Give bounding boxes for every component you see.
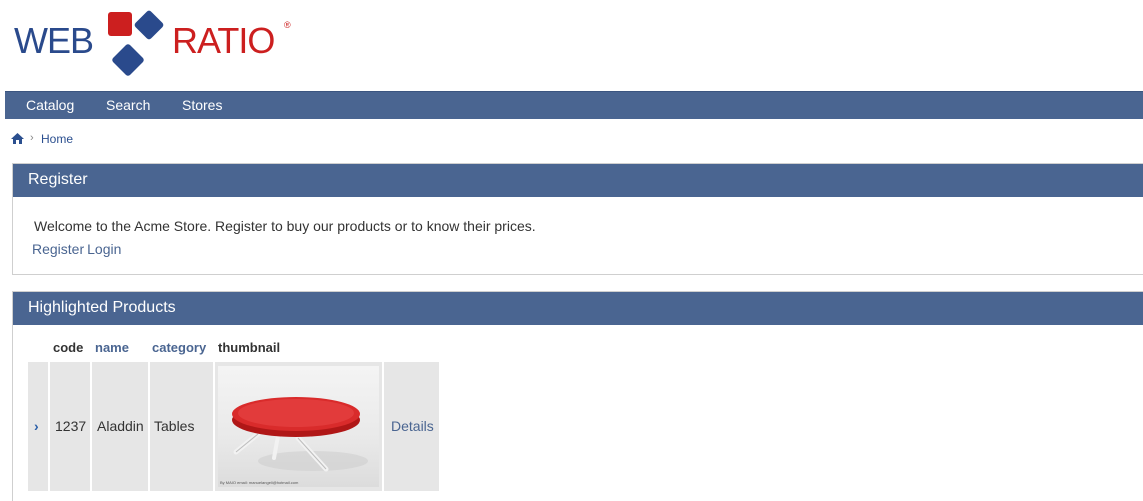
column-header-thumbnail: thumbnail bbox=[218, 340, 281, 355]
cell-code-value: 1237 bbox=[55, 418, 87, 434]
highlighted-products-title: Highlighted Products bbox=[13, 292, 1143, 325]
row-select-cell[interactable]: › bbox=[28, 362, 48, 491]
product-thumbnail-image[interactable]: By MAIO email: manuelangeli@hotmail.com bbox=[218, 366, 379, 487]
highlighted-products-panel: Highlighted Products code name category … bbox=[12, 291, 1143, 501]
logo-text-web: WEB bbox=[14, 20, 94, 61]
column-header-code: code bbox=[53, 340, 84, 355]
cell-code: 1237 bbox=[50, 362, 90, 491]
nav-item-search[interactable]: Search bbox=[106, 97, 150, 113]
logo-text-ratio: RATIO bbox=[172, 20, 275, 61]
cell-category-value: Tables bbox=[154, 418, 195, 434]
logo-squares-icon bbox=[108, 10, 164, 76]
welcome-text: Welcome to the Acme Store. Register to b… bbox=[34, 218, 536, 234]
home-icon[interactable] bbox=[11, 133, 24, 144]
table-row: › 1237 Aladdin Tables By MAIO email: man… bbox=[28, 362, 439, 491]
cell-category: Tables bbox=[150, 362, 213, 491]
breadcrumb-home-link[interactable]: Home bbox=[41, 132, 73, 146]
auth-links: Register Login bbox=[32, 241, 121, 257]
register-panel: Register Welcome to the Acme Store. Regi… bbox=[12, 163, 1143, 275]
column-header-category[interactable]: category bbox=[152, 340, 206, 355]
register-link[interactable]: Register bbox=[32, 241, 84, 257]
nav-item-catalog[interactable]: Catalog bbox=[26, 97, 74, 113]
cell-name-value: Aladdin bbox=[97, 418, 144, 434]
main-nav: Catalog Search Stores bbox=[5, 91, 1143, 119]
nav-item-stores[interactable]: Stores bbox=[182, 97, 222, 113]
webratio-logo: WEB RATIO ® bbox=[14, 8, 314, 80]
register-panel-title: Register bbox=[13, 164, 1143, 197]
round-table-illustration bbox=[232, 397, 368, 472]
thumbnail-caption: By MAIO email: manuelangeli@hotmail.com bbox=[220, 480, 299, 485]
cell-name: Aladdin bbox=[92, 362, 148, 491]
column-header-name[interactable]: name bbox=[95, 340, 129, 355]
breadcrumb-separator: › bbox=[30, 132, 34, 144]
login-link[interactable]: Login bbox=[87, 241, 121, 257]
details-link[interactable]: Details bbox=[391, 418, 434, 434]
logo-registered-mark: ® bbox=[284, 20, 291, 30]
row-arrow-icon[interactable]: › bbox=[34, 418, 39, 434]
